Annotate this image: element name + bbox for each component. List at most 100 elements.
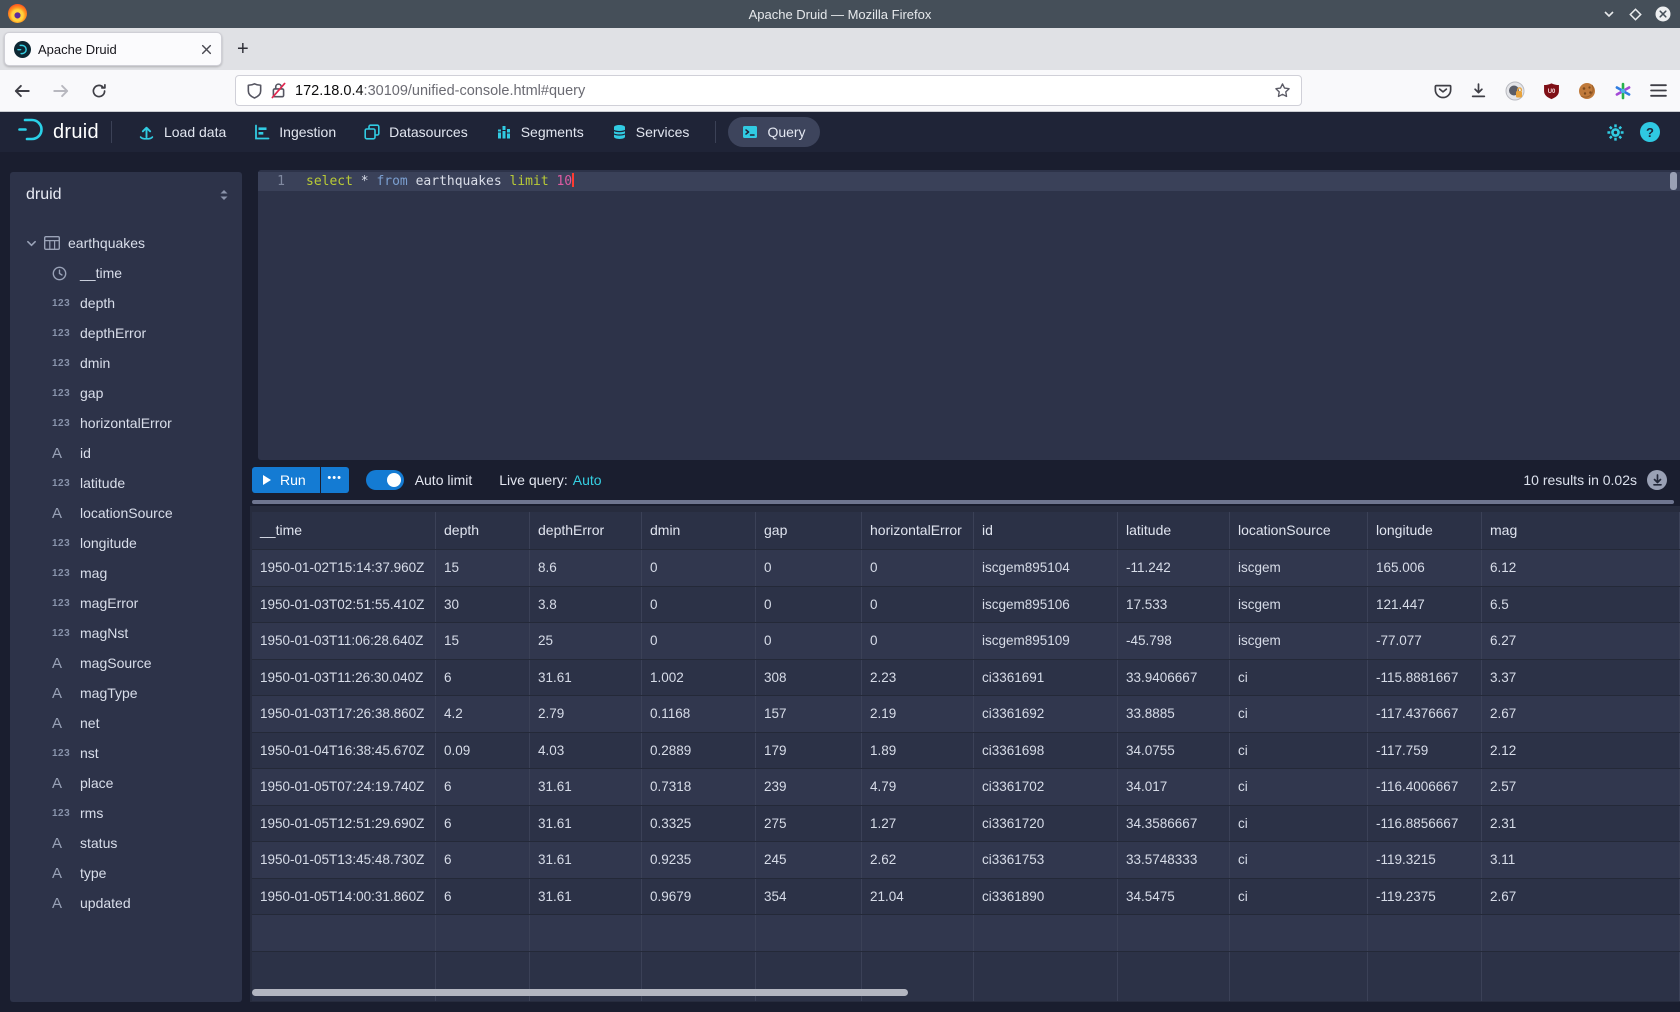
sidebar-column-longitude[interactable]: 123longitude (26, 528, 242, 558)
table-cell[interactable]: ci (1230, 660, 1368, 696)
sidebar-column-latitude[interactable]: 123latitude (26, 468, 242, 498)
query-editor[interactable]: 1 select * from earthquakes limit 10 (258, 170, 1680, 460)
column-header-gap[interactable]: gap (756, 512, 862, 549)
table-cell[interactable]: 1.89 (862, 733, 974, 769)
table-cell[interactable]: 0 (756, 587, 862, 623)
table-cell[interactable]: 0 (862, 587, 974, 623)
sidebar-column-type[interactable]: Atype (26, 858, 242, 888)
sidebar-column-depth[interactable]: 123depth (26, 288, 242, 318)
sidebar-column-depthError[interactable]: 123depthError (26, 318, 242, 348)
url-bar[interactable]: 172.18.0.4:30109/unified-console.html#qu… (235, 75, 1302, 106)
table-cell[interactable]: 34.017 (1118, 769, 1230, 805)
table-cell[interactable]: 6.12 (1482, 550, 1680, 586)
column-header-latitude[interactable]: latitude (1118, 512, 1230, 549)
sidebar-column-updated[interactable]: Aupdated (26, 888, 242, 918)
table-cell[interactable]: 21.04 (862, 879, 974, 915)
settings-gear-icon[interactable] (1606, 123, 1625, 142)
table-cell[interactable]: 2.79 (530, 696, 642, 732)
table-cell[interactable]: 3.8 (530, 587, 642, 623)
column-header-depth[interactable]: depth (436, 512, 530, 549)
table-cell[interactable]: 0 (642, 587, 756, 623)
table-cell[interactable]: 245 (756, 842, 862, 878)
bookmark-star-icon[interactable] (1274, 82, 1291, 99)
table-cell[interactable]: -116.8856667 (1368, 806, 1482, 842)
table-cell[interactable]: 1950-01-02T15:14:37.960Z (252, 550, 436, 586)
table-cell[interactable]: iscgem (1230, 550, 1368, 586)
pocket-icon[interactable] (1434, 82, 1452, 100)
table-cell[interactable]: 1.002 (642, 660, 756, 696)
table-cell[interactable]: 1950-01-03T02:51:55.410Z (252, 587, 436, 623)
sidebar-column-magNst[interactable]: 123magNst (26, 618, 242, 648)
table-cell[interactable]: ci3361702 (974, 769, 1118, 805)
table-cell[interactable]: 31.61 (530, 660, 642, 696)
window-close-icon[interactable] (1655, 6, 1671, 22)
sql-query-text[interactable]: select * from earthquakes limit 10 (306, 172, 574, 191)
table-cell[interactable]: 6 (436, 842, 530, 878)
sidebar-column-nst[interactable]: 123nst (26, 738, 242, 768)
column-header-longitude[interactable]: longitude (1368, 512, 1482, 549)
table-cell[interactable]: -115.8881667 (1368, 660, 1482, 696)
color-asterisk-icon[interactable] (1614, 82, 1632, 100)
nav-item-ingestion[interactable]: Ingestion (240, 117, 350, 147)
sidebar-column-locationSource[interactable]: AlocationSource (26, 498, 242, 528)
table-cell[interactable]: 0.9235 (642, 842, 756, 878)
run-button[interactable]: Run (252, 467, 320, 493)
table-cell[interactable]: -119.3215 (1368, 842, 1482, 878)
download-results-icon[interactable] (1647, 470, 1667, 490)
table-cell[interactable]: 6 (436, 879, 530, 915)
table-cell[interactable]: 0.1168 (642, 696, 756, 732)
table-cell[interactable]: 1950-01-04T16:38:45.670Z (252, 733, 436, 769)
table-cell[interactable]: 308 (756, 660, 862, 696)
tab-close-icon[interactable] (201, 44, 212, 55)
nav-item-datasources[interactable]: Datasources (350, 117, 482, 147)
column-header-horizontalError[interactable]: horizontalError (862, 512, 974, 549)
table-cell[interactable]: 2.67 (1482, 696, 1680, 732)
sidebar-column-horizontalError[interactable]: 123horizontalError (26, 408, 242, 438)
table-cell[interactable]: ci (1230, 733, 1368, 769)
table-cell[interactable]: 34.3586667 (1118, 806, 1230, 842)
column-header-depthError[interactable]: depthError (530, 512, 642, 549)
download-icon[interactable] (1470, 82, 1487, 99)
ublock-icon[interactable]: U0 (1543, 82, 1560, 100)
table-cell[interactable]: 1950-01-05T12:51:29.690Z (252, 806, 436, 842)
browser-tab[interactable]: Apache Druid (4, 32, 222, 66)
sidebar-column-__time[interactable]: __time (26, 258, 242, 288)
table-cell[interactable]: 2.67 (1482, 879, 1680, 915)
sidebar-column-magSource[interactable]: AmagSource (26, 648, 242, 678)
table-cell[interactable]: iscgem (1230, 587, 1368, 623)
table-cell[interactable]: 0 (862, 623, 974, 659)
table-cell[interactable]: -45.798 (1118, 623, 1230, 659)
table-cell[interactable]: 239 (756, 769, 862, 805)
table-cell[interactable]: -11.242 (1118, 550, 1230, 586)
table-cell[interactable]: ci3361890 (974, 879, 1118, 915)
sidebar-column-place[interactable]: Aplace (26, 768, 242, 798)
table-cell[interactable]: 1950-01-03T11:26:30.040Z (252, 660, 436, 696)
table-cell[interactable]: 0.2889 (642, 733, 756, 769)
table-cell[interactable]: 6.5 (1482, 587, 1680, 623)
table-cell[interactable]: iscgem895104 (974, 550, 1118, 586)
nav-item-segments[interactable]: Segments (482, 117, 598, 147)
table-cell[interactable]: 1950-01-05T13:45:48.730Z (252, 842, 436, 878)
column-header-mag[interactable]: mag (1482, 512, 1680, 549)
table-cell[interactable]: 2.19 (862, 696, 974, 732)
pane-splitter[interactable] (252, 500, 1674, 504)
table-cell[interactable]: 33.9406667 (1118, 660, 1230, 696)
insecure-lock-icon[interactable] (271, 82, 286, 99)
cookie-icon[interactable] (1578, 82, 1596, 100)
sidebar-column-magError[interactable]: 123magError (26, 588, 242, 618)
table-cell[interactable]: 15 (436, 550, 530, 586)
sort-icon[interactable] (218, 188, 230, 202)
table-cell[interactable]: 34.0755 (1118, 733, 1230, 769)
nav-item-query[interactable]: Query (728, 117, 819, 147)
table-cell[interactable]: -119.2375 (1368, 879, 1482, 915)
table-cell[interactable]: 17.533 (1118, 587, 1230, 623)
table-cell[interactable]: 0 (862, 550, 974, 586)
help-icon[interactable]: ? (1640, 122, 1660, 142)
column-header-dmin[interactable]: dmin (642, 512, 756, 549)
sidebar-column-mag[interactable]: 123mag (26, 558, 242, 588)
table-cell[interactable]: 15 (436, 623, 530, 659)
nav-item-load-data[interactable]: Load data (124, 117, 240, 148)
table-cell[interactable]: 165.006 (1368, 550, 1482, 586)
table-cell[interactable]: ci3361691 (974, 660, 1118, 696)
table-cell[interactable]: 4.79 (862, 769, 974, 805)
